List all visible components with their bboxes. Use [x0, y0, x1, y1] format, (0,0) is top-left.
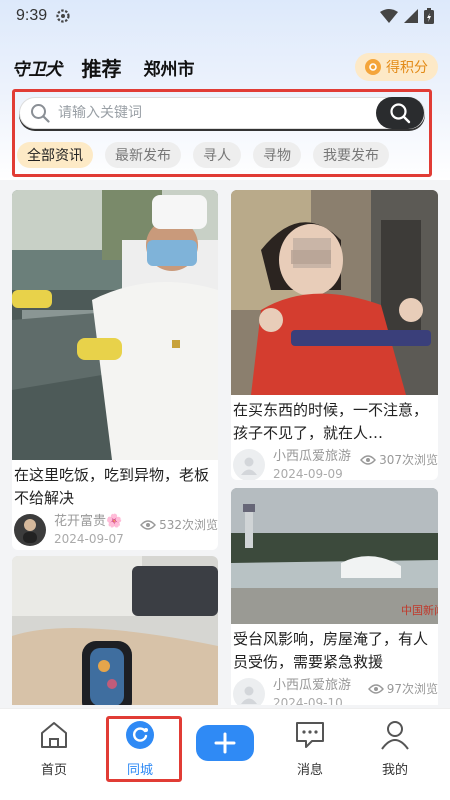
eye-icon [140, 519, 157, 530]
card-views: 97次浏览 [367, 680, 438, 697]
nav-home-label: 首页 [40, 763, 67, 778]
photo-watermark: 中国新闻 [401, 603, 438, 617]
avatar [233, 678, 265, 705]
points-button[interactable]: 得积分 [355, 53, 438, 81]
child-photo [231, 190, 438, 395]
card-meta: 小西瓜爱旅游 2024-09-10 97次浏览 [231, 674, 438, 705]
bracelet-photo [12, 556, 218, 705]
card-title: 在买东西的时候，一不注意，孩子不见了，就在人… [233, 401, 429, 442]
user-icon [241, 457, 257, 475]
news-feed: 在这里吃饭，吃到异物，老板不给解决 花开富贵🌸 2024-09-07 532次浏… [12, 190, 438, 705]
top-header: 守卫犬 推荐 郑州市 得积分 [0, 50, 450, 84]
avatar [233, 449, 265, 480]
card-meta: 花开富贵🌸 2024-09-07 532次浏览 [12, 510, 218, 548]
kitchen-photo [12, 190, 218, 460]
card-author: 小西瓜爱旅游 [273, 678, 352, 693]
card-image-typhoon: 中国新闻 [231, 488, 438, 624]
card-date: 2024-09-07 [54, 532, 124, 546]
search-icon [31, 104, 50, 123]
card-meta: 小西瓜爱旅游 2024-09-09 307次浏览 [231, 445, 438, 480]
wifi-icon [380, 9, 398, 23]
search-input[interactable] [58, 105, 358, 121]
category-chips: 全部资讯 最新发布 寻人 寻物 我要发布 [17, 142, 431, 172]
status-bar: 9:39 [0, 0, 450, 32]
home-icon [41, 722, 67, 748]
user-icon [241, 686, 257, 704]
card-title: 在这里吃饭，吃到异物，老板不给解决 [14, 466, 210, 507]
nav-mine[interactable]: 我的 [360, 717, 430, 778]
plus-icon [214, 732, 236, 754]
tab-recommend[interactable]: 推荐 [81, 53, 122, 84]
views-count: 307次浏览 [379, 453, 438, 467]
card-image-bracelet [12, 556, 218, 705]
feed-card[interactable]: 在这里吃饭，吃到异物，老板不给解决 花开富贵🌸 2024-09-07 532次浏… [12, 190, 218, 550]
coin-icon [365, 59, 381, 75]
nav-home[interactable]: 首页 [19, 717, 89, 778]
card-image-child [231, 190, 438, 395]
avatar [14, 514, 46, 546]
chip-publish[interactable]: 我要发布 [313, 142, 389, 168]
battery-icon [424, 8, 434, 24]
chip-find-person[interactable]: 寻人 [193, 142, 241, 168]
tab-city-location[interactable]: 郑州市 [144, 55, 195, 80]
gear-icon [56, 9, 70, 23]
views-count: 532次浏览 [159, 518, 218, 532]
feed-card[interactable]: 中国新闻 受台风影响，房屋淹了，有人员受伤，需要紧急救援 小西瓜爱旅游 2024… [231, 488, 438, 705]
card-views: 307次浏览 [360, 451, 438, 468]
user-icon [381, 721, 409, 750]
feed-card[interactable]: 在买东西的时候，一不注意，孩子不见了，就在人… 小西瓜爱旅游 2024-09-0… [231, 190, 438, 480]
nav-mine-label: 我的 [381, 763, 408, 778]
card-image-kitchen [12, 190, 218, 460]
feed-card[interactable] [12, 556, 218, 705]
publish-plus-button[interactable] [196, 725, 254, 761]
typhoon-photo: 中国新闻 [231, 488, 438, 624]
search-area-highlight: 全部资讯 最新发布 寻人 寻物 我要发布 [12, 89, 432, 177]
app-logo: 守卫犬 [12, 59, 62, 80]
views-count: 97次浏览 [386, 682, 438, 696]
chip-find-item[interactable]: 寻物 [253, 142, 301, 168]
search-icon [390, 103, 411, 124]
card-title: 受台风影响，房屋淹了，有人员受伤，需要紧急救援 [233, 630, 429, 671]
nav-messages[interactable]: 消息 [275, 717, 345, 778]
search-bar[interactable] [19, 97, 425, 129]
nav-messages-label: 消息 [296, 763, 323, 778]
eye-icon [367, 683, 384, 694]
card-views: 532次浏览 [140, 516, 218, 533]
status-time: 9:39 [16, 7, 48, 24]
card-author: 花开富贵🌸 [54, 514, 123, 529]
card-date: 2024-09-10 [273, 696, 343, 705]
search-button[interactable] [376, 97, 424, 129]
eye-icon [360, 454, 377, 465]
card-date: 2024-09-09 [273, 467, 343, 480]
nav-city-highlight [106, 716, 182, 782]
signal-icon [404, 9, 418, 23]
message-icon [296, 722, 324, 748]
chip-latest[interactable]: 最新发布 [105, 142, 181, 168]
chip-all-news[interactable]: 全部资讯 [17, 142, 93, 168]
points-label: 得积分 [386, 60, 428, 76]
card-author: 小西瓜爱旅游 [273, 449, 352, 464]
